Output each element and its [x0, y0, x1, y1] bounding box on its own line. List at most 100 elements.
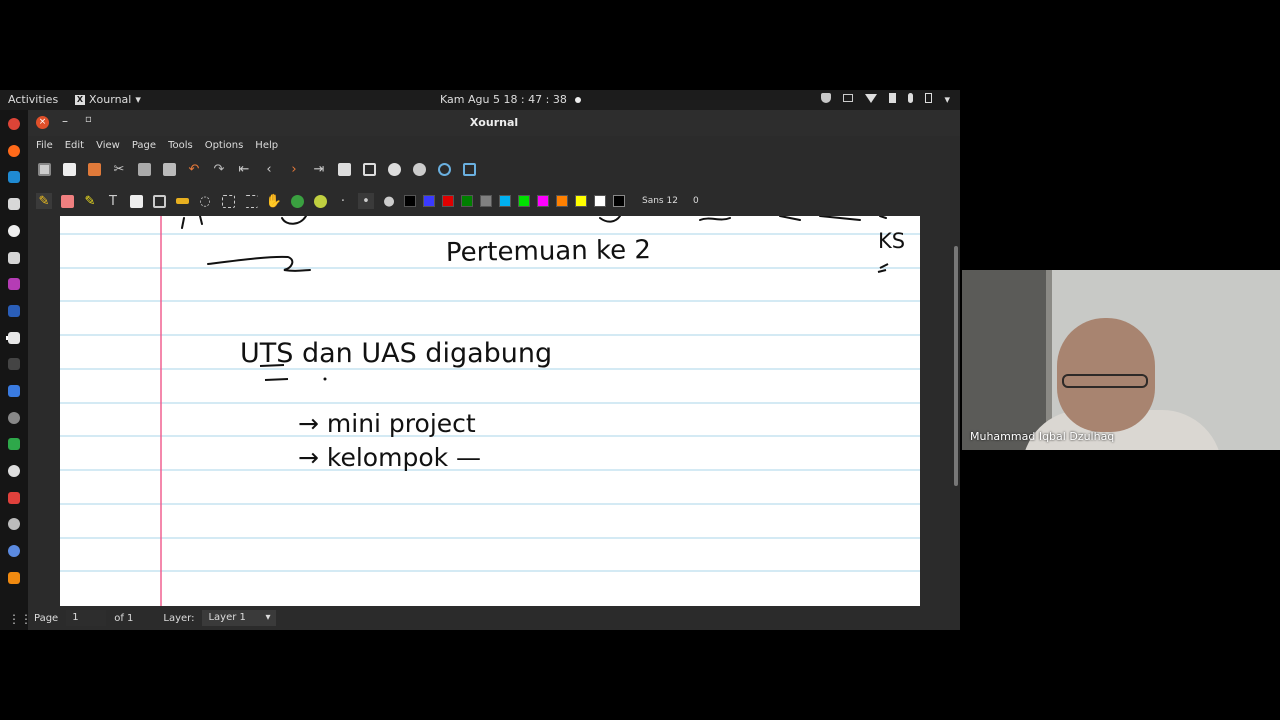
- font-size-value: 0: [692, 196, 699, 206]
- screen-icon[interactable]: [843, 94, 854, 102]
- ruled-lines: [60, 233, 920, 572]
- recorder-icon[interactable]: [8, 492, 20, 504]
- eraser-icon[interactable]: [59, 193, 75, 209]
- settings-icon[interactable]: [8, 225, 20, 237]
- text-tool-icon[interactable]: T: [105, 193, 121, 209]
- medium-line-icon[interactable]: •: [358, 193, 374, 209]
- vertical-scrollbar[interactable]: [954, 246, 958, 486]
- menu-tools[interactable]: Tools: [168, 140, 193, 151]
- menu-file[interactable]: File: [36, 140, 53, 151]
- clock-app-icon[interactable]: [8, 518, 20, 530]
- color-black-swatch[interactable]: [404, 195, 416, 207]
- clock[interactable]: Kam Agu 5 18 : 47 : 38: [440, 93, 581, 106]
- default-tool-icon[interactable]: [289, 193, 305, 209]
- undo-icon[interactable]: ↶: [186, 161, 202, 177]
- zoom-in-icon[interactable]: [411, 161, 427, 177]
- activities-button[interactable]: Activities: [8, 93, 58, 106]
- page-number-input[interactable]: 1: [66, 610, 107, 626]
- thin-line-icon[interactable]: ·: [335, 193, 351, 209]
- save-icon[interactable]: [36, 161, 52, 177]
- color-lightblue-swatch[interactable]: [499, 195, 511, 207]
- thick-line-icon[interactable]: ●: [381, 193, 397, 209]
- color-red-swatch[interactable]: [442, 195, 454, 207]
- xournal-dock-icon[interactable]: [8, 332, 20, 344]
- zoom-icon[interactable]: [8, 545, 20, 557]
- zoom-out-icon[interactable]: [386, 161, 402, 177]
- vscode-icon[interactable]: [8, 171, 20, 183]
- cut-icon[interactable]: ✂: [111, 161, 127, 177]
- volume-icon[interactable]: [889, 93, 897, 103]
- color-yellow-swatch[interactable]: [575, 195, 587, 207]
- title-bar: × – ▫ Xournal: [28, 110, 960, 136]
- color-magenta-swatch[interactable]: [537, 195, 549, 207]
- color-lightgreen-swatch[interactable]: [518, 195, 530, 207]
- firefox-icon[interactable]: [8, 145, 20, 157]
- font-button[interactable]: Sans 12: [642, 196, 678, 206]
- menu-bar: File Edit View Page Tools Options Help: [28, 136, 960, 154]
- ruler-icon[interactable]: [174, 193, 190, 209]
- spreadsheet-icon[interactable]: [8, 438, 20, 450]
- handwriting-line-2: UTS dan UAS digabung: [240, 338, 552, 369]
- writer-icon[interactable]: [8, 305, 20, 317]
- lasso-select-icon[interactable]: ◌: [197, 193, 213, 209]
- files-icon[interactable]: [8, 198, 20, 210]
- highlighter-icon[interactable]: ✎: [82, 193, 98, 209]
- notification-dot-icon: [574, 97, 581, 103]
- layer-select[interactable]: Layer 1 ▾: [202, 610, 277, 626]
- search-icon[interactable]: [436, 161, 452, 177]
- system-tray[interactable]: ▾: [821, 93, 950, 106]
- pen-icon[interactable]: ✎: [36, 193, 52, 209]
- terminal-icon[interactable]: [8, 358, 20, 370]
- rect-select-icon[interactable]: [220, 193, 236, 209]
- wifi-icon[interactable]: [865, 93, 878, 103]
- next-page-icon[interactable]: ›: [286, 161, 302, 177]
- menu-page[interactable]: Page: [132, 140, 156, 151]
- document-icon[interactable]: [8, 252, 20, 264]
- video-thumbnail[interactable]: Muhammad Iqbal Dzulhaq: [962, 270, 1280, 450]
- color-white-swatch[interactable]: [594, 195, 606, 207]
- app-menu[interactable]: X Xournal ▾: [75, 93, 141, 106]
- vlc-icon[interactable]: [8, 572, 20, 584]
- previous-page-icon[interactable]: ‹: [261, 161, 277, 177]
- vertical-space-icon[interactable]: [243, 193, 259, 209]
- hand-tool-icon[interactable]: ✋: [266, 193, 282, 209]
- color-green-swatch[interactable]: [461, 195, 473, 207]
- color-orange-swatch[interactable]: [556, 195, 568, 207]
- menu-view[interactable]: View: [96, 140, 120, 151]
- new-page-after-icon[interactable]: [336, 161, 352, 177]
- last-page-icon[interactable]: ⇥: [311, 161, 327, 177]
- media-icon[interactable]: [8, 278, 20, 290]
- disk-icon[interactable]: [8, 412, 20, 424]
- color-picker-swatch[interactable]: [613, 195, 625, 207]
- shield-icon[interactable]: [821, 93, 832, 103]
- menu-options[interactable]: Options: [205, 140, 244, 151]
- chrome-icon[interactable]: [8, 118, 20, 130]
- default-pen-icon[interactable]: [312, 193, 328, 209]
- clock-text: Kam Agu 5 18 : 47 : 38: [440, 93, 567, 106]
- color-gray-swatch[interactable]: [480, 195, 492, 207]
- xournal-app-icon: X: [75, 94, 85, 105]
- underline-stroke: [207, 255, 311, 272]
- fullscreen-icon[interactable]: [461, 161, 477, 177]
- editor-icon[interactable]: [8, 385, 20, 397]
- microphone-icon[interactable]: [908, 93, 914, 103]
- first-page-icon[interactable]: ⇤: [236, 161, 252, 177]
- notebook-page[interactable]: Pertemuan ke 2 KS UTS dan UAS digabung →…: [60, 216, 920, 606]
- battery-icon[interactable]: [925, 93, 933, 103]
- copy-icon[interactable]: [136, 161, 152, 177]
- zoom-fit-icon[interactable]: [361, 161, 377, 177]
- open-folder-icon[interactable]: [86, 161, 102, 177]
- menu-help[interactable]: Help: [255, 140, 278, 151]
- power-menu-chevron-icon[interactable]: ▾: [944, 93, 950, 106]
- dock: [0, 110, 28, 630]
- redo-icon[interactable]: ↷: [211, 161, 227, 177]
- camera-icon[interactable]: [8, 465, 20, 477]
- new-page-icon[interactable]: [61, 161, 77, 177]
- paste-icon[interactable]: [161, 161, 177, 177]
- menu-edit[interactable]: Edit: [65, 140, 84, 151]
- page-count-label: of 1: [114, 612, 134, 624]
- image-tool-icon[interactable]: [128, 193, 144, 209]
- shape-recognizer-icon[interactable]: [151, 193, 167, 209]
- color-blue-swatch[interactable]: [423, 195, 435, 207]
- canvas-area[interactable]: Pertemuan ke 2 KS UTS dan UAS digabung →…: [28, 216, 960, 606]
